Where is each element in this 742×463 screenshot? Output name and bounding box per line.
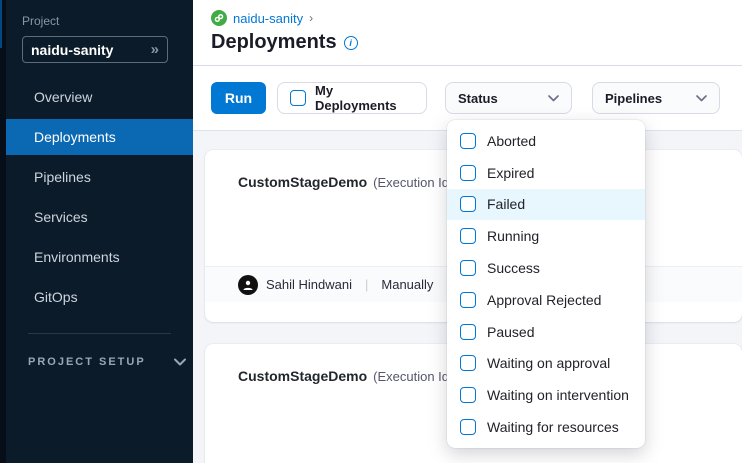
status-checkbox[interactable] <box>460 419 476 435</box>
pipeline-name: CustomStageDemo <box>238 174 367 190</box>
status-option-label: Success <box>487 260 540 276</box>
status-option-waiting-on-intervention[interactable]: Waiting on intervention <box>447 379 645 411</box>
status-option-label: Waiting for resources <box>487 419 619 435</box>
status-checkbox[interactable] <box>460 355 476 371</box>
pipelines-filter-dropdown[interactable]: Pipelines <box>592 82 720 114</box>
status-option-label: Running <box>487 228 539 244</box>
sidebar-nav: Overview Deployments Pipelines Services … <box>22 79 193 315</box>
status-option-waiting-on-approval[interactable]: Waiting on approval <box>447 348 645 380</box>
sidebar-item-label: Environments <box>34 249 120 265</box>
project-sidebar: Project naidu-sanity » Overview Deployme… <box>0 0 193 463</box>
my-deployments-label: My Deployments <box>315 83 414 113</box>
project-setup-toggle[interactable]: PROJECT SETUP <box>28 356 193 368</box>
chevron-down-icon <box>548 95 559 102</box>
status-option-label: Aborted <box>487 133 536 149</box>
status-option-success[interactable]: Success <box>447 252 645 284</box>
status-checkbox[interactable] <box>460 387 476 403</box>
pipelines-filter-label: Pipelines <box>605 91 662 106</box>
main-area: naidu-sanity › Deployments i Run My Depl… <box>193 0 742 463</box>
trigger-type: Manually <box>381 277 433 292</box>
status-checkbox[interactable] <box>460 260 476 276</box>
user-avatar-icon <box>238 275 258 295</box>
execution-id-text: (Execution Id <box>373 175 449 190</box>
chevron-down-icon <box>174 358 186 366</box>
cd-module-icon <box>211 10 227 26</box>
sidebar-item-label: GitOps <box>34 289 78 305</box>
project-label: Project <box>22 14 193 28</box>
status-option-label: Waiting on intervention <box>487 387 629 403</box>
page-header: naidu-sanity › Deployments i <box>193 0 742 66</box>
status-option-label: Waiting on approval <box>487 355 610 371</box>
sidebar-item-overview[interactable]: Overview <box>6 79 193 115</box>
footer-separator: | <box>360 277 373 292</box>
status-checkbox[interactable] <box>460 133 476 149</box>
run-button[interactable]: Run <box>211 82 266 114</box>
sidebar-item-gitops[interactable]: GitOps <box>6 279 193 315</box>
project-setup-label: PROJECT SETUP <box>28 356 146 368</box>
project-selector[interactable]: naidu-sanity » <box>22 36 168 63</box>
breadcrumb: naidu-sanity › <box>211 10 742 26</box>
status-checkbox[interactable] <box>460 228 476 244</box>
status-checkbox[interactable] <box>460 165 476 181</box>
sidebar-item-pipelines[interactable]: Pipelines <box>6 159 193 195</box>
sidebar-divider <box>28 333 171 334</box>
double-chevron-icon[interactable]: » <box>151 41 159 58</box>
status-option-approval-rejected[interactable]: Approval Rejected <box>447 284 645 316</box>
status-option-label: Approval Rejected <box>487 292 601 308</box>
sidebar-item-label: Deployments <box>34 129 116 145</box>
status-filter-label: Status <box>458 91 498 106</box>
my-deployments-toggle[interactable]: My Deployments <box>277 82 427 114</box>
status-option-failed[interactable]: Failed <box>447 189 645 221</box>
chevron-down-icon <box>696 95 707 102</box>
triggered-by: Sahil Hindwani <box>266 277 352 292</box>
sidebar-item-deployments[interactable]: Deployments <box>6 119 193 155</box>
status-option-paused[interactable]: Paused <box>447 316 645 348</box>
project-name: naidu-sanity <box>31 42 151 58</box>
status-option-expired[interactable]: Expired <box>447 157 645 189</box>
status-dropdown-panel: Aborted Expired Failed Running Success A… <box>447 120 645 448</box>
sidebar-item-environments[interactable]: Environments <box>6 239 193 275</box>
breadcrumb-project-link[interactable]: naidu-sanity <box>233 11 303 26</box>
status-option-label: Paused <box>487 324 534 340</box>
status-option-aborted[interactable]: Aborted <box>447 125 645 157</box>
sidebar-item-label: Services <box>34 209 88 225</box>
status-option-running[interactable]: Running <box>447 220 645 252</box>
my-deployments-checkbox[interactable] <box>290 90 306 106</box>
status-option-waiting-for-resources[interactable]: Waiting for resources <box>447 411 645 443</box>
info-icon[interactable]: i <box>344 36 358 50</box>
status-option-label: Failed <box>487 196 525 212</box>
page-title: Deployments <box>211 31 337 54</box>
status-checkbox[interactable] <box>460 292 476 308</box>
sidebar-item-label: Pipelines <box>34 169 91 185</box>
breadcrumb-chevron: › <box>309 11 313 25</box>
status-checkbox[interactable] <box>460 196 476 212</box>
sidebar-item-label: Overview <box>34 89 92 105</box>
sidebar-item-services[interactable]: Services <box>6 199 193 235</box>
status-checkbox[interactable] <box>460 324 476 340</box>
status-filter-dropdown[interactable]: Status <box>445 82 572 114</box>
pipeline-name: CustomStageDemo <box>238 368 367 384</box>
status-option-label: Expired <box>487 165 534 181</box>
execution-id-text: (Execution Id <box>373 369 449 384</box>
